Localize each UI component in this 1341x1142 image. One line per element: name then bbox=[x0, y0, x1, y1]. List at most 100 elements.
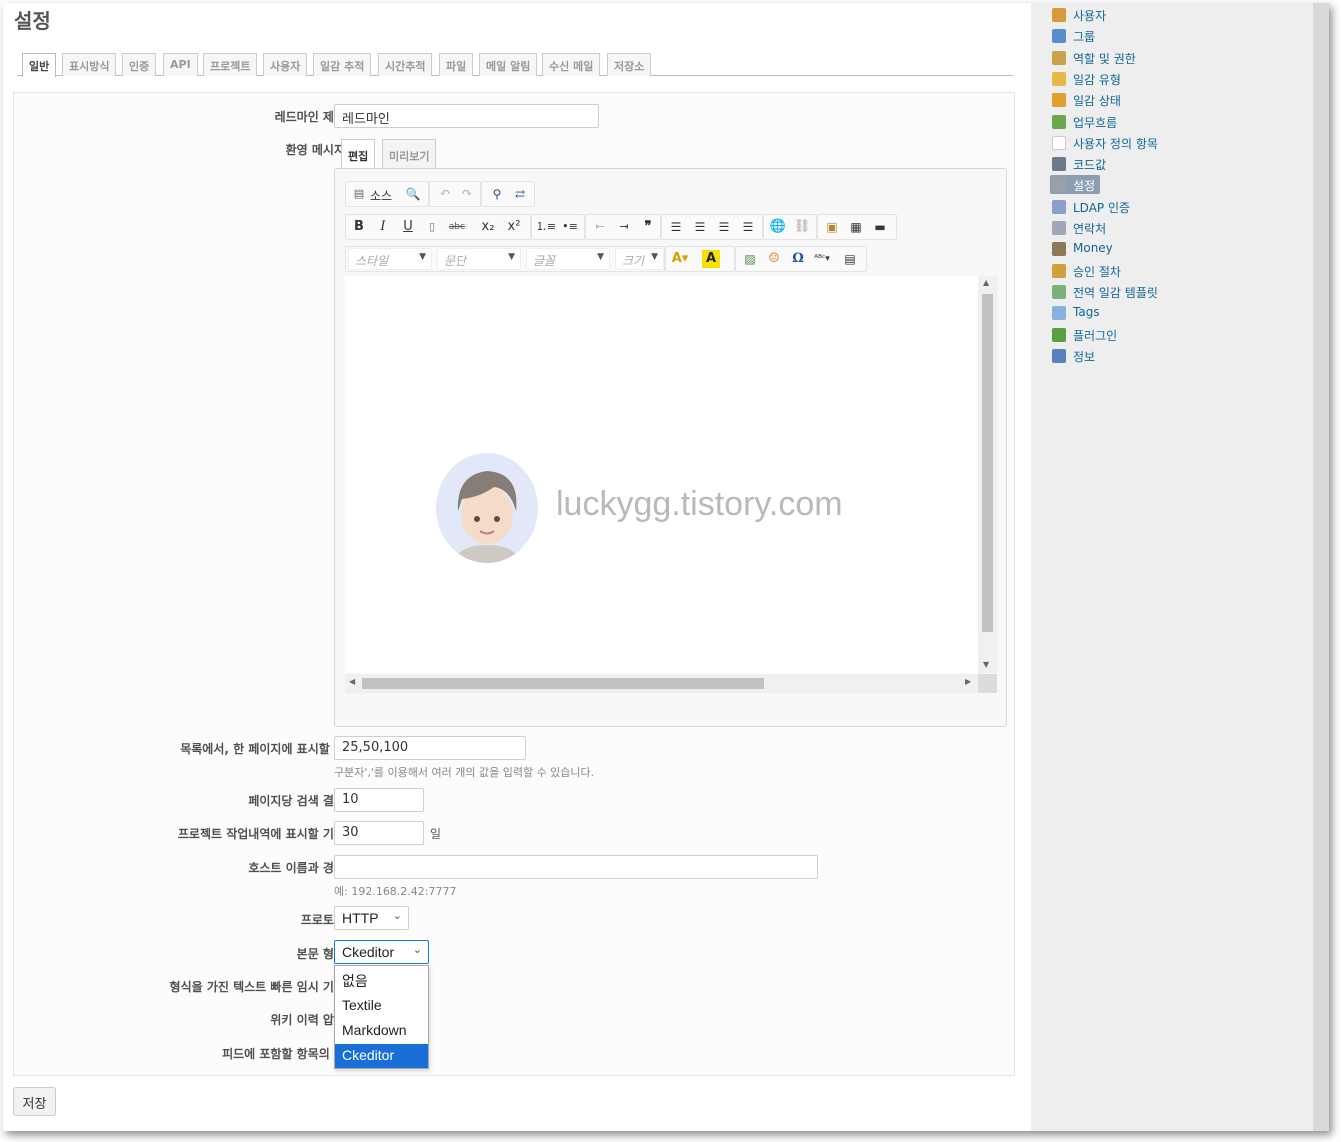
subscript-icon[interactable]: x₂ bbox=[477, 218, 499, 236]
sidebar-item-label: 설정 bbox=[1073, 179, 1096, 194]
page-scrollbar[interactable] bbox=[1313, 3, 1329, 1131]
numbered-list-icon[interactable]: ⒈≡ bbox=[535, 218, 557, 236]
spellcheck-icon[interactable]: ᴬᴮᶜ▾ bbox=[811, 250, 833, 268]
scroll-right-icon[interactable]: ▶ bbox=[965, 677, 971, 686]
host-name-hint: 예: 192.168.2.42:7777 bbox=[334, 885, 457, 898]
workflow-icon bbox=[1052, 114, 1066, 129]
help-icon bbox=[1052, 348, 1066, 363]
horizontal-rule-icon[interactable]: ▬ bbox=[869, 218, 891, 236]
chevron-down-icon: ⌄ bbox=[392, 910, 402, 922]
bold-icon[interactable]: B bbox=[348, 218, 370, 236]
host-name-input[interactable] bbox=[334, 855, 818, 879]
per-page-hint: 구분자','를 이용해서 여러 개의 값을 입력할 수 있습니다. bbox=[334, 766, 595, 779]
tab-projects[interactable]: 프로젝트 bbox=[203, 53, 258, 76]
editor-horizontal-scrollbar[interactable]: ◀ ▶ bbox=[345, 674, 978, 693]
cache-formatted-text-label: 형식을 가진 텍스트 빠른 임시 기억 bbox=[169, 980, 345, 994]
save-button[interactable]: 저장 bbox=[13, 1087, 56, 1116]
undo-icon[interactable]: ↶ bbox=[434, 185, 456, 203]
approval-icon bbox=[1052, 263, 1066, 278]
replace-icon[interactable]: ⇄ bbox=[509, 185, 531, 203]
app-title-input[interactable]: 레드마인 bbox=[334, 104, 599, 128]
preview-icon[interactable]: 🔍 bbox=[402, 185, 424, 203]
find-icon[interactable]: ⚲ bbox=[486, 185, 508, 203]
underline-icon[interactable]: U bbox=[397, 218, 419, 236]
align-right-icon[interactable]: ☰ bbox=[713, 218, 735, 236]
horizontal-scroll-thumb[interactable] bbox=[362, 678, 764, 689]
link-icon[interactable]: 🌐 bbox=[767, 218, 789, 236]
tab-preview[interactable]: 미리보기 bbox=[382, 139, 437, 169]
editor-content-area[interactable] bbox=[345, 276, 978, 673]
tab-incoming-email[interactable]: 수신 메일 bbox=[542, 53, 601, 76]
vertical-scroll-thumb[interactable] bbox=[982, 294, 993, 632]
option-markdown[interactable]: Markdown bbox=[335, 1019, 428, 1043]
editor-vertical-scrollbar[interactable]: ▲ ▼ bbox=[978, 276, 997, 673]
scroll-up-icon[interactable]: ▲ bbox=[983, 278, 989, 287]
strikethrough-icon[interactable]: abc bbox=[446, 218, 468, 236]
tab-display[interactable]: 표시방식 bbox=[62, 53, 117, 76]
list-icon bbox=[1052, 157, 1066, 172]
option-none[interactable]: 없음 bbox=[335, 968, 428, 992]
tab-time-tracking[interactable]: 시간추적 bbox=[378, 53, 433, 76]
size-combo[interactable]: 크기 ▼ bbox=[615, 248, 664, 270]
align-left-icon[interactable]: ☰ bbox=[665, 218, 687, 236]
search-results-input[interactable]: 10 bbox=[334, 788, 424, 812]
unlink-icon[interactable]: ⛓ bbox=[791, 218, 813, 236]
font-combo[interactable]: 글꼴 ▼ bbox=[526, 248, 610, 270]
superscript-icon[interactable]: x² bbox=[503, 218, 525, 236]
activity-days-input[interactable]: 30 bbox=[334, 821, 424, 845]
italic-icon[interactable]: I bbox=[372, 218, 394, 236]
show-blocks-icon[interactable]: ▤ bbox=[839, 250, 861, 268]
table-icon[interactable]: ▦ bbox=[845, 218, 867, 236]
toolbar-history-group: ↶ ↷ bbox=[429, 181, 481, 207]
bulleted-list-icon[interactable]: •≡ bbox=[559, 218, 581, 236]
toolbar-colors-group: A▾ A bbox=[665, 246, 735, 272]
tab-api[interactable]: API bbox=[163, 53, 198, 76]
format-combo[interactable]: 문단 ▼ bbox=[437, 248, 521, 270]
option-ckeditor[interactable]: Ckeditor bbox=[335, 1044, 428, 1068]
protocol-select[interactable]: HTTP ⌄ bbox=[334, 906, 409, 930]
rich-text-editor: ▤ 소스 🔍 ↶ ↷ ⚲ ⇄ B I U ▯ abc x₂ x² ⒈≡ •≡ ⇤… bbox=[334, 168, 1007, 727]
smiley-icon[interactable]: ☺ bbox=[763, 250, 785, 268]
image-icon[interactable]: ▨ bbox=[739, 250, 761, 268]
image-insert-icon[interactable]: ▣ bbox=[821, 218, 843, 236]
tab-issue-tracking[interactable]: 일감 추적 bbox=[313, 53, 372, 76]
toolbar-list-group: ⒈≡ •≡ bbox=[531, 214, 585, 240]
feeds-limit-label: 피드에 포함할 항목의 수 bbox=[222, 1047, 345, 1061]
custom-field-icon bbox=[1052, 135, 1066, 150]
scroll-left-icon[interactable]: ◀ bbox=[349, 677, 355, 686]
tab-files[interactable]: 파일 bbox=[439, 53, 474, 76]
text-format-select[interactable]: Ckeditor ⌄ bbox=[334, 940, 429, 964]
redo-icon[interactable]: ↷ bbox=[456, 185, 478, 203]
option-textile[interactable]: Textile bbox=[335, 994, 428, 1018]
per-page-label: 목록에서, 한 페이지에 표시할 행 bbox=[180, 742, 345, 756]
tab-general[interactable]: 일반 bbox=[22, 53, 57, 77]
tab-authentication[interactable]: 인증 bbox=[122, 53, 157, 76]
text-color-icon[interactable]: A▾ bbox=[669, 250, 691, 268]
outdent-icon[interactable]: ⇤ bbox=[589, 218, 611, 236]
user-icon bbox=[1052, 8, 1066, 22]
source-icon[interactable]: ▤ bbox=[348, 185, 370, 203]
style-combo[interactable]: 스타일 ▼ bbox=[348, 248, 432, 270]
sidebar-item-label: LDAP 인증 bbox=[1073, 200, 1131, 215]
scroll-down-icon[interactable]: ▼ bbox=[983, 660, 989, 669]
chevron-down-icon: ▼ bbox=[651, 252, 658, 262]
sidebar-item-label: 전역 일감 템플릿 bbox=[1073, 285, 1158, 300]
per-page-input[interactable]: 25,50,100 bbox=[334, 736, 526, 760]
blockquote-icon[interactable]: ❞ bbox=[637, 218, 659, 236]
sidebar-item-label: Money bbox=[1073, 241, 1113, 256]
ticket-icon bbox=[1052, 71, 1066, 86]
tab-email-notifications[interactable]: 메일 알림 bbox=[479, 53, 538, 76]
sidebar-item-label: 승인 절차 bbox=[1073, 264, 1121, 279]
align-center-icon[interactable]: ☰ bbox=[689, 218, 711, 236]
background-color-icon[interactable]: A bbox=[702, 250, 720, 268]
indent-icon[interactable]: ⇥ bbox=[613, 218, 635, 236]
tab-repositories[interactable]: 저장소 bbox=[607, 53, 652, 76]
special-char-icon[interactable]: Ω bbox=[787, 250, 809, 268]
paste-icon[interactable]: ▯ bbox=[421, 218, 443, 236]
tab-edit[interactable]: 편집 bbox=[341, 139, 376, 170]
align-justify-icon[interactable]: ☰ bbox=[737, 218, 759, 236]
source-button[interactable]: 소스 bbox=[370, 187, 392, 204]
scrollbar-corner bbox=[978, 674, 997, 693]
editor-mode-tabs: 편집 미리보기 bbox=[340, 139, 1008, 170]
tab-users[interactable]: 사용자 bbox=[263, 53, 308, 76]
